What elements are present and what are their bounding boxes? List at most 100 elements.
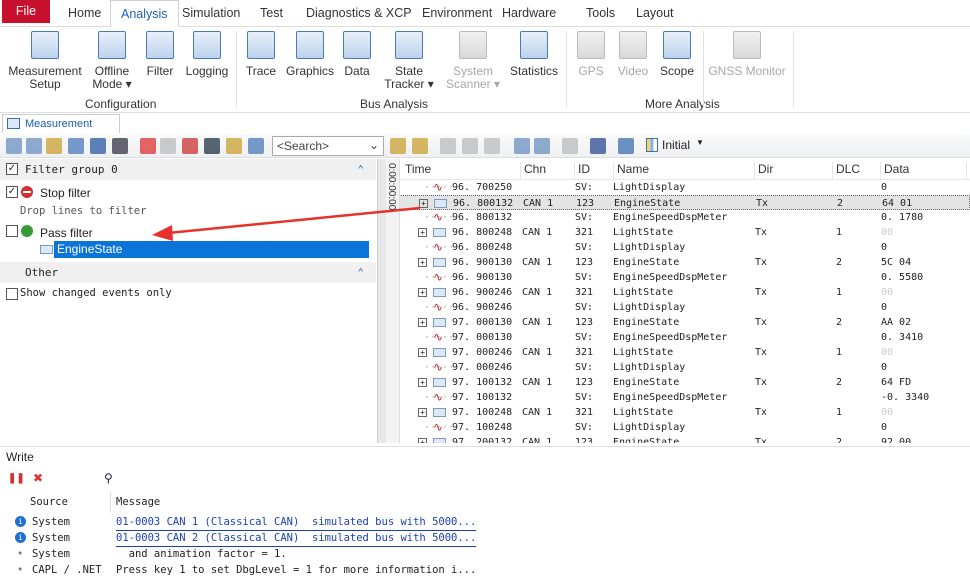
filter-group-checkbox[interactable]: ✓ <box>6 163 18 175</box>
highlight-icon[interactable] <box>390 138 406 154</box>
trace-row[interactable]: +96. 800132 CAN 1 123 EngineState Tx 2 64 01 <box>386 195 970 210</box>
search-combobox[interactable]: <Search> ⌄ <box>272 136 384 156</box>
write-row[interactable]: i System 01-0003 CAN 2 (Classical CAN) sim… <box>0 530 500 547</box>
ribbon-scope-button[interactable]: Scope <box>637 31 717 78</box>
detail-icon[interactable] <box>160 138 176 154</box>
statistics-filter-icon[interactable] <box>26 138 42 154</box>
font-icon[interactable] <box>590 138 606 154</box>
tab-test[interactable]: Test <box>250 0 293 27</box>
expand-icon[interactable]: + <box>418 438 427 443</box>
color-icon[interactable] <box>618 138 634 154</box>
find-next-icon[interactable] <box>412 138 428 154</box>
find-icon[interactable] <box>112 138 128 154</box>
trace-row[interactable]: ····· ∿ 96. 700250 SV: LightDisplay 0 <box>386 180 970 195</box>
column-dir[interactable]: Dir <box>755 162 833 180</box>
trace-row[interactable]: +97. 100132 CAN 1 123 EngineState Tx 2 64 FD <box>386 375 970 390</box>
column-source[interactable]: Source <box>30 496 68 508</box>
expand-icon[interactable]: + <box>419 199 428 208</box>
chevron-down-icon[interactable]: ▼ <box>696 138 704 147</box>
trace-row[interactable]: ····· ∿ 96. 800132 SV: EngineSpeedDspMeter 0.… <box>386 210 970 225</box>
view-icon[interactable] <box>562 138 578 154</box>
tab-layout[interactable]: Layout <box>626 0 684 27</box>
filter-view-icon[interactable] <box>248 138 264 154</box>
expand-icon[interactable]: + <box>418 288 427 297</box>
expand-icon[interactable]: + <box>418 258 427 267</box>
column-data[interactable]: Data <box>881 162 967 180</box>
tab-environment[interactable]: Environment <box>412 0 502 27</box>
pass-filter-checkbox[interactable] <box>6 225 18 237</box>
trace-row[interactable]: ····· ∿ 97. 100248 SV: LightDisplay 0 <box>386 420 970 435</box>
column-time[interactable]: Time <box>402 162 521 180</box>
ribbon-gnss-monitor-button[interactable]: GNSS Monitor <box>707 31 787 78</box>
export-icon[interactable] <box>514 138 530 154</box>
panel-splitter[interactable] <box>378 159 386 443</box>
tab-home[interactable]: Home <box>58 0 111 27</box>
filter-active-icon[interactable] <box>90 138 106 154</box>
layout-selector[interactable]: Initial <box>662 138 690 152</box>
trace-row[interactable]: +97. 100248 CAN 1 321 LightState Tx 1 00 <box>386 405 970 420</box>
clear-icon[interactable]: ✖ <box>33 471 43 485</box>
column-chn[interactable]: Chn <box>521 162 575 180</box>
tab-analysis[interactable]: Analysis <box>110 0 179 27</box>
stop-filter-checkbox[interactable]: ✓ <box>6 186 18 198</box>
changed-events-checkbox[interactable] <box>6 288 18 300</box>
pause-icon[interactable] <box>182 138 198 154</box>
expand-icon[interactable]: + <box>418 348 427 357</box>
trace-row[interactable]: ····· ∿ 96. 900130 SV: EngineSpeedDspMeter 0.… <box>386 270 970 285</box>
pass-filter-label[interactable]: Pass filter <box>40 226 93 240</box>
write-row[interactable]: • CAPL / .NET Press key 1 to set DbgLevel … <box>0 562 500 578</box>
column-message[interactable]: Message <box>116 496 160 508</box>
back-icon[interactable] <box>440 138 456 154</box>
write-row[interactable]: • System and animation factor = 1. <box>0 546 500 562</box>
cell-dlc: 1 <box>836 407 843 418</box>
expand-icon[interactable]: + <box>418 228 427 237</box>
expand-icon[interactable]: + <box>418 378 427 387</box>
forward-icon[interactable] <box>462 138 478 154</box>
trace-row[interactable]: ····· ∿ 96. 800248 SV: LightDisplay 0 <box>386 240 970 255</box>
tab-hardware[interactable]: Hardware <box>492 0 566 27</box>
trace-row[interactable]: +97. 000130 CAN 1 123 EngineState Tx 2 AA 02 <box>386 315 970 330</box>
write-row[interactable]: i System 01-0003 CAN 1 (Classical CAN) sim… <box>0 514 500 531</box>
scope-icon <box>663 31 691 59</box>
other-section-header[interactable]: Other ⌃ <box>0 262 376 283</box>
write-message[interactable]: 01-0003 CAN 2 (Classical CAN) simulated … <box>116 530 477 547</box>
write-message[interactable]: 01-0003 CAN 1 (Classical CAN) simulated … <box>116 514 477 531</box>
columns-layout-icon[interactable] <box>646 138 658 152</box>
find-icon[interactable]: ⚲ <box>104 471 113 485</box>
column-name[interactable]: Name <box>614 162 755 180</box>
collapse-icon[interactable]: ⌃ <box>357 159 364 180</box>
changed-events-label[interactable]: Show changed events only <box>20 287 172 299</box>
collapse-icon[interactable]: ⌃ <box>357 262 364 283</box>
trace-row[interactable]: ····· ∿ 97. 100132 SV: EngineSpeedDspMeter -0… <box>386 390 970 405</box>
doc-tab-measurement-setup[interactable]: Measurement Setup <box>2 114 120 148</box>
pass-filter-item-enginestate[interactable]: EngineState <box>54 241 369 258</box>
tab-tools[interactable]: Tools <box>576 0 625 27</box>
cell-dlc: 1 <box>836 287 843 298</box>
database-icon[interactable] <box>534 138 550 154</box>
filter-funnel-icon[interactable] <box>68 138 84 154</box>
tab-simulation[interactable]: Simulation <box>172 0 250 27</box>
trace-row[interactable]: ····· ∿ 97. 000246 SV: LightDisplay 0 <box>386 360 970 375</box>
trace-row[interactable]: +97. 000246 CAN 1 321 LightState Tx 1 00 <box>386 345 970 360</box>
trace-row[interactable]: +96. 900130 CAN 1 123 EngineState Tx 2 5C 04 <box>386 255 970 270</box>
tab-file[interactable]: File <box>2 0 50 23</box>
column-dlc[interactable]: DLC <box>833 162 881 180</box>
scroll-lock-icon[interactable] <box>226 138 242 154</box>
marker-icon[interactable] <box>484 138 500 154</box>
clear-icon[interactable] <box>140 138 156 154</box>
expand-icon[interactable] <box>46 138 62 154</box>
trace-row[interactable]: +96. 800248 CAN 1 321 LightState Tx 1 00 <box>386 225 970 240</box>
trace-row[interactable]: ····· ∿ 96. 900246 SV: LightDisplay 0 <box>386 300 970 315</box>
tab-diagnostics-xcp[interactable]: Diagnostics & XCP <box>296 0 422 27</box>
column-id[interactable]: ID <box>575 162 614 180</box>
trace-row[interactable]: +96. 900246 CAN 1 321 LightState Tx 1 00 <box>386 285 970 300</box>
pause-icon[interactable]: ❚❚ <box>8 473 25 484</box>
expand-icon[interactable]: + <box>418 408 427 417</box>
expand-icon[interactable]: + <box>418 318 427 327</box>
time-mode-icon[interactable] <box>204 138 220 154</box>
add-filter-icon[interactable] <box>6 138 22 154</box>
filter-group-header[interactable]: Filter group 0 ⌃ <box>0 159 376 180</box>
trace-row[interactable]: ····· ∿ 97. 000130 SV: EngineSpeedDspMeter 0.… <box>386 330 970 345</box>
trace-row[interactable]: +97. 200132 CAN 1 123 EngineState Tx 2 92 00 <box>386 435 970 443</box>
stop-filter-label[interactable]: Stop filter <box>40 186 91 200</box>
